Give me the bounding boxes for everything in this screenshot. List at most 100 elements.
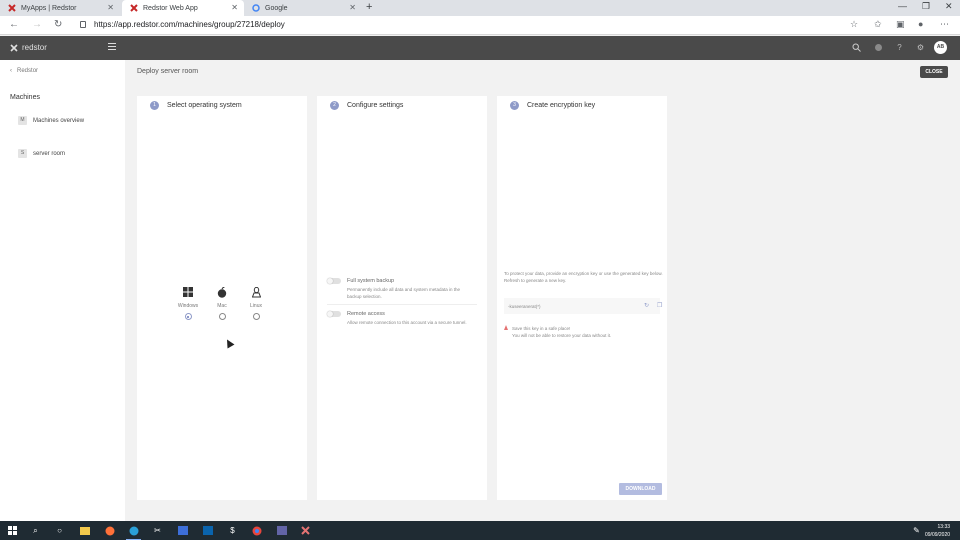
hamburger-menu-icon[interactable] — [108, 43, 116, 52]
app-header: redstor ? ⚙ — [0, 36, 960, 60]
windows-taskbar: ⌕ ○ ✂ $ ✎ 13:33 09/09/2020 — [0, 521, 960, 540]
key-warning: Save this key in a safe place! You will … — [504, 325, 664, 339]
os-option-linux[interactable]: Linux — [241, 286, 271, 320]
user-avatar[interactable]: AB — [934, 41, 947, 54]
store-icon[interactable] — [177, 525, 188, 536]
google-favicon-icon — [252, 4, 260, 12]
select-os-panel: 1 Select operating system Windows Mac Li… — [137, 96, 307, 500]
tab-redstor-web-app[interactable]: Redstor Web App ✕ — [122, 0, 244, 16]
dollar-app-icon[interactable]: $ — [227, 525, 238, 536]
tab-google[interactable]: Google ✕ — [244, 0, 362, 16]
file-explorer-icon[interactable] — [79, 525, 90, 536]
back-arrow-icon[interactable]: ← — [9, 19, 19, 30]
outlook-icon[interactable] — [202, 525, 213, 536]
step-number: 3 — [510, 101, 519, 110]
os-radio-windows[interactable] — [184, 313, 192, 320]
tab-title: Google — [265, 4, 288, 12]
forward-arrow-icon[interactable]: → — [32, 19, 42, 30]
sidebar-item-label: Machines overview — [33, 117, 85, 124]
encryption-key-field[interactable]: -kuseeranerat(*) ↻ ❐ — [504, 298, 662, 314]
redstor-favicon-icon — [130, 4, 138, 12]
favorites-icon[interactable]: ✩ — [874, 19, 882, 30]
star-icon[interactable]: ☆ — [850, 19, 858, 30]
divider — [327, 304, 477, 305]
step-number: 1 — [150, 101, 159, 110]
clock-date: 09/09/2020 — [925, 532, 951, 538]
notifications-icon[interactable] — [874, 43, 883, 52]
os-option-windows[interactable]: Windows — [173, 286, 203, 320]
tab-myapps[interactable]: MyApps | Redstor ✕ — [0, 0, 120, 16]
redstor-taskbar-icon[interactable] — [300, 525, 311, 536]
window-close-icon[interactable]: ✕ — [945, 1, 953, 12]
more-options-icon[interactable]: ⋯ — [940, 19, 949, 30]
linux-icon — [241, 286, 271, 298]
browser-toolbar: ← → ↻ https://app.redstor.com/machines/g… — [0, 16, 960, 35]
encryption-refresh-hint: Refresh to generate a new key. — [504, 278, 567, 283]
step-header: 3 Create encryption key — [510, 101, 595, 110]
copy-key-icon[interactable]: ❐ — [657, 302, 662, 309]
step-title: Select operating system — [167, 102, 242, 109]
browser-tab-strip: MyApps | Redstor ✕ Redstor Web App ✕ Goo… — [0, 0, 960, 16]
search-icon[interactable] — [852, 43, 861, 52]
encryption-key-panel: 3 Create encryption key To protect your … — [497, 96, 667, 500]
tab-close-icon[interactable]: ✕ — [231, 3, 238, 12]
setting-title: Remote access — [347, 311, 385, 317]
apple-icon — [207, 286, 237, 298]
brand-name: redstor — [22, 43, 47, 52]
step-number: 2 — [330, 101, 339, 110]
download-button[interactable]: DOWNLOAD — [619, 483, 662, 495]
reload-icon[interactable]: ↻ — [54, 19, 62, 30]
restore-icon[interactable]: ❐ — [922, 1, 930, 12]
page-title: Deploy server room — [137, 68, 199, 75]
back-link[interactable]: ‹ Redstor — [10, 68, 38, 74]
os-label: Linux — [250, 303, 262, 309]
windows-icon — [173, 286, 203, 298]
os-option-mac[interactable]: Mac — [207, 286, 237, 320]
remote-access-toggle[interactable] — [327, 311, 341, 317]
cortana-icon[interactable]: ○ — [54, 525, 65, 536]
encryption-intro-text: To protect your data, provide an encrypt… — [504, 271, 663, 276]
tab-title: MyApps | Redstor — [21, 4, 77, 12]
os-label: Windows — [177, 303, 199, 309]
redstor-logo[interactable]: redstor — [10, 43, 47, 52]
os-radio-linux[interactable] — [252, 313, 260, 320]
close-button[interactable]: CLOSE — [920, 66, 948, 78]
sidebar: ‹ Redstor Machines M Machines overview S… — [0, 60, 125, 521]
search-taskbar-icon[interactable]: ⌕ — [30, 525, 41, 536]
back-link-label: Redstor — [17, 68, 39, 74]
tab-close-icon[interactable]: ✕ — [349, 3, 356, 12]
start-windows-icon[interactable] — [7, 525, 18, 536]
address-bar[interactable]: https://app.redstor.com/machines/group/2… — [94, 20, 285, 29]
new-tab-icon[interactable]: + — [366, 1, 372, 13]
firefox-icon[interactable] — [104, 525, 115, 536]
lock-icon — [80, 21, 86, 28]
step-title: Create encryption key — [527, 102, 596, 109]
sidebar-item-badge: S — [18, 149, 27, 158]
configure-settings-panel: 2 Configure settings Full system backup … — [317, 96, 487, 500]
chrome-icon[interactable] — [251, 525, 262, 536]
warning-body: You will not be able to restore your dat… — [512, 333, 612, 338]
settings-gear-icon[interactable]: ⚙ — [916, 43, 925, 52]
help-icon[interactable]: ? — [895, 43, 904, 52]
tab-title: Redstor Web App — [143, 4, 198, 12]
system-clock[interactable]: 13:33 09/09/2020 — [925, 523, 950, 539]
full-system-backup-toggle[interactable] — [327, 278, 341, 284]
snipping-tool-icon[interactable]: ✂ — [152, 525, 163, 536]
collections-icon[interactable]: ▣ — [896, 19, 905, 30]
clock-time: 13:33 — [937, 524, 951, 530]
step-title: Configure settings — [347, 102, 404, 109]
edge-icon[interactable] — [126, 525, 141, 540]
refresh-key-icon[interactable]: ↻ — [644, 302, 649, 309]
tab-close-icon[interactable]: ✕ — [107, 3, 114, 12]
minimize-icon[interactable]: — — [898, 1, 907, 11]
sidebar-item-label: server room — [33, 150, 66, 157]
os-label: Mac — [217, 303, 227, 309]
teams-icon[interactable] — [276, 525, 287, 536]
profile-icon[interactable]: ● — [918, 19, 923, 29]
os-radio-mac[interactable] — [218, 313, 226, 320]
sidebar-item-machines-overview[interactable]: M Machines overview — [18, 116, 84, 125]
warning-triangle-icon — [504, 325, 508, 330]
sidebar-item-server-room[interactable]: S server room — [18, 149, 65, 158]
step-header: 1 Select operating system — [150, 101, 242, 110]
pen-icon[interactable]: ✎ — [911, 525, 922, 536]
